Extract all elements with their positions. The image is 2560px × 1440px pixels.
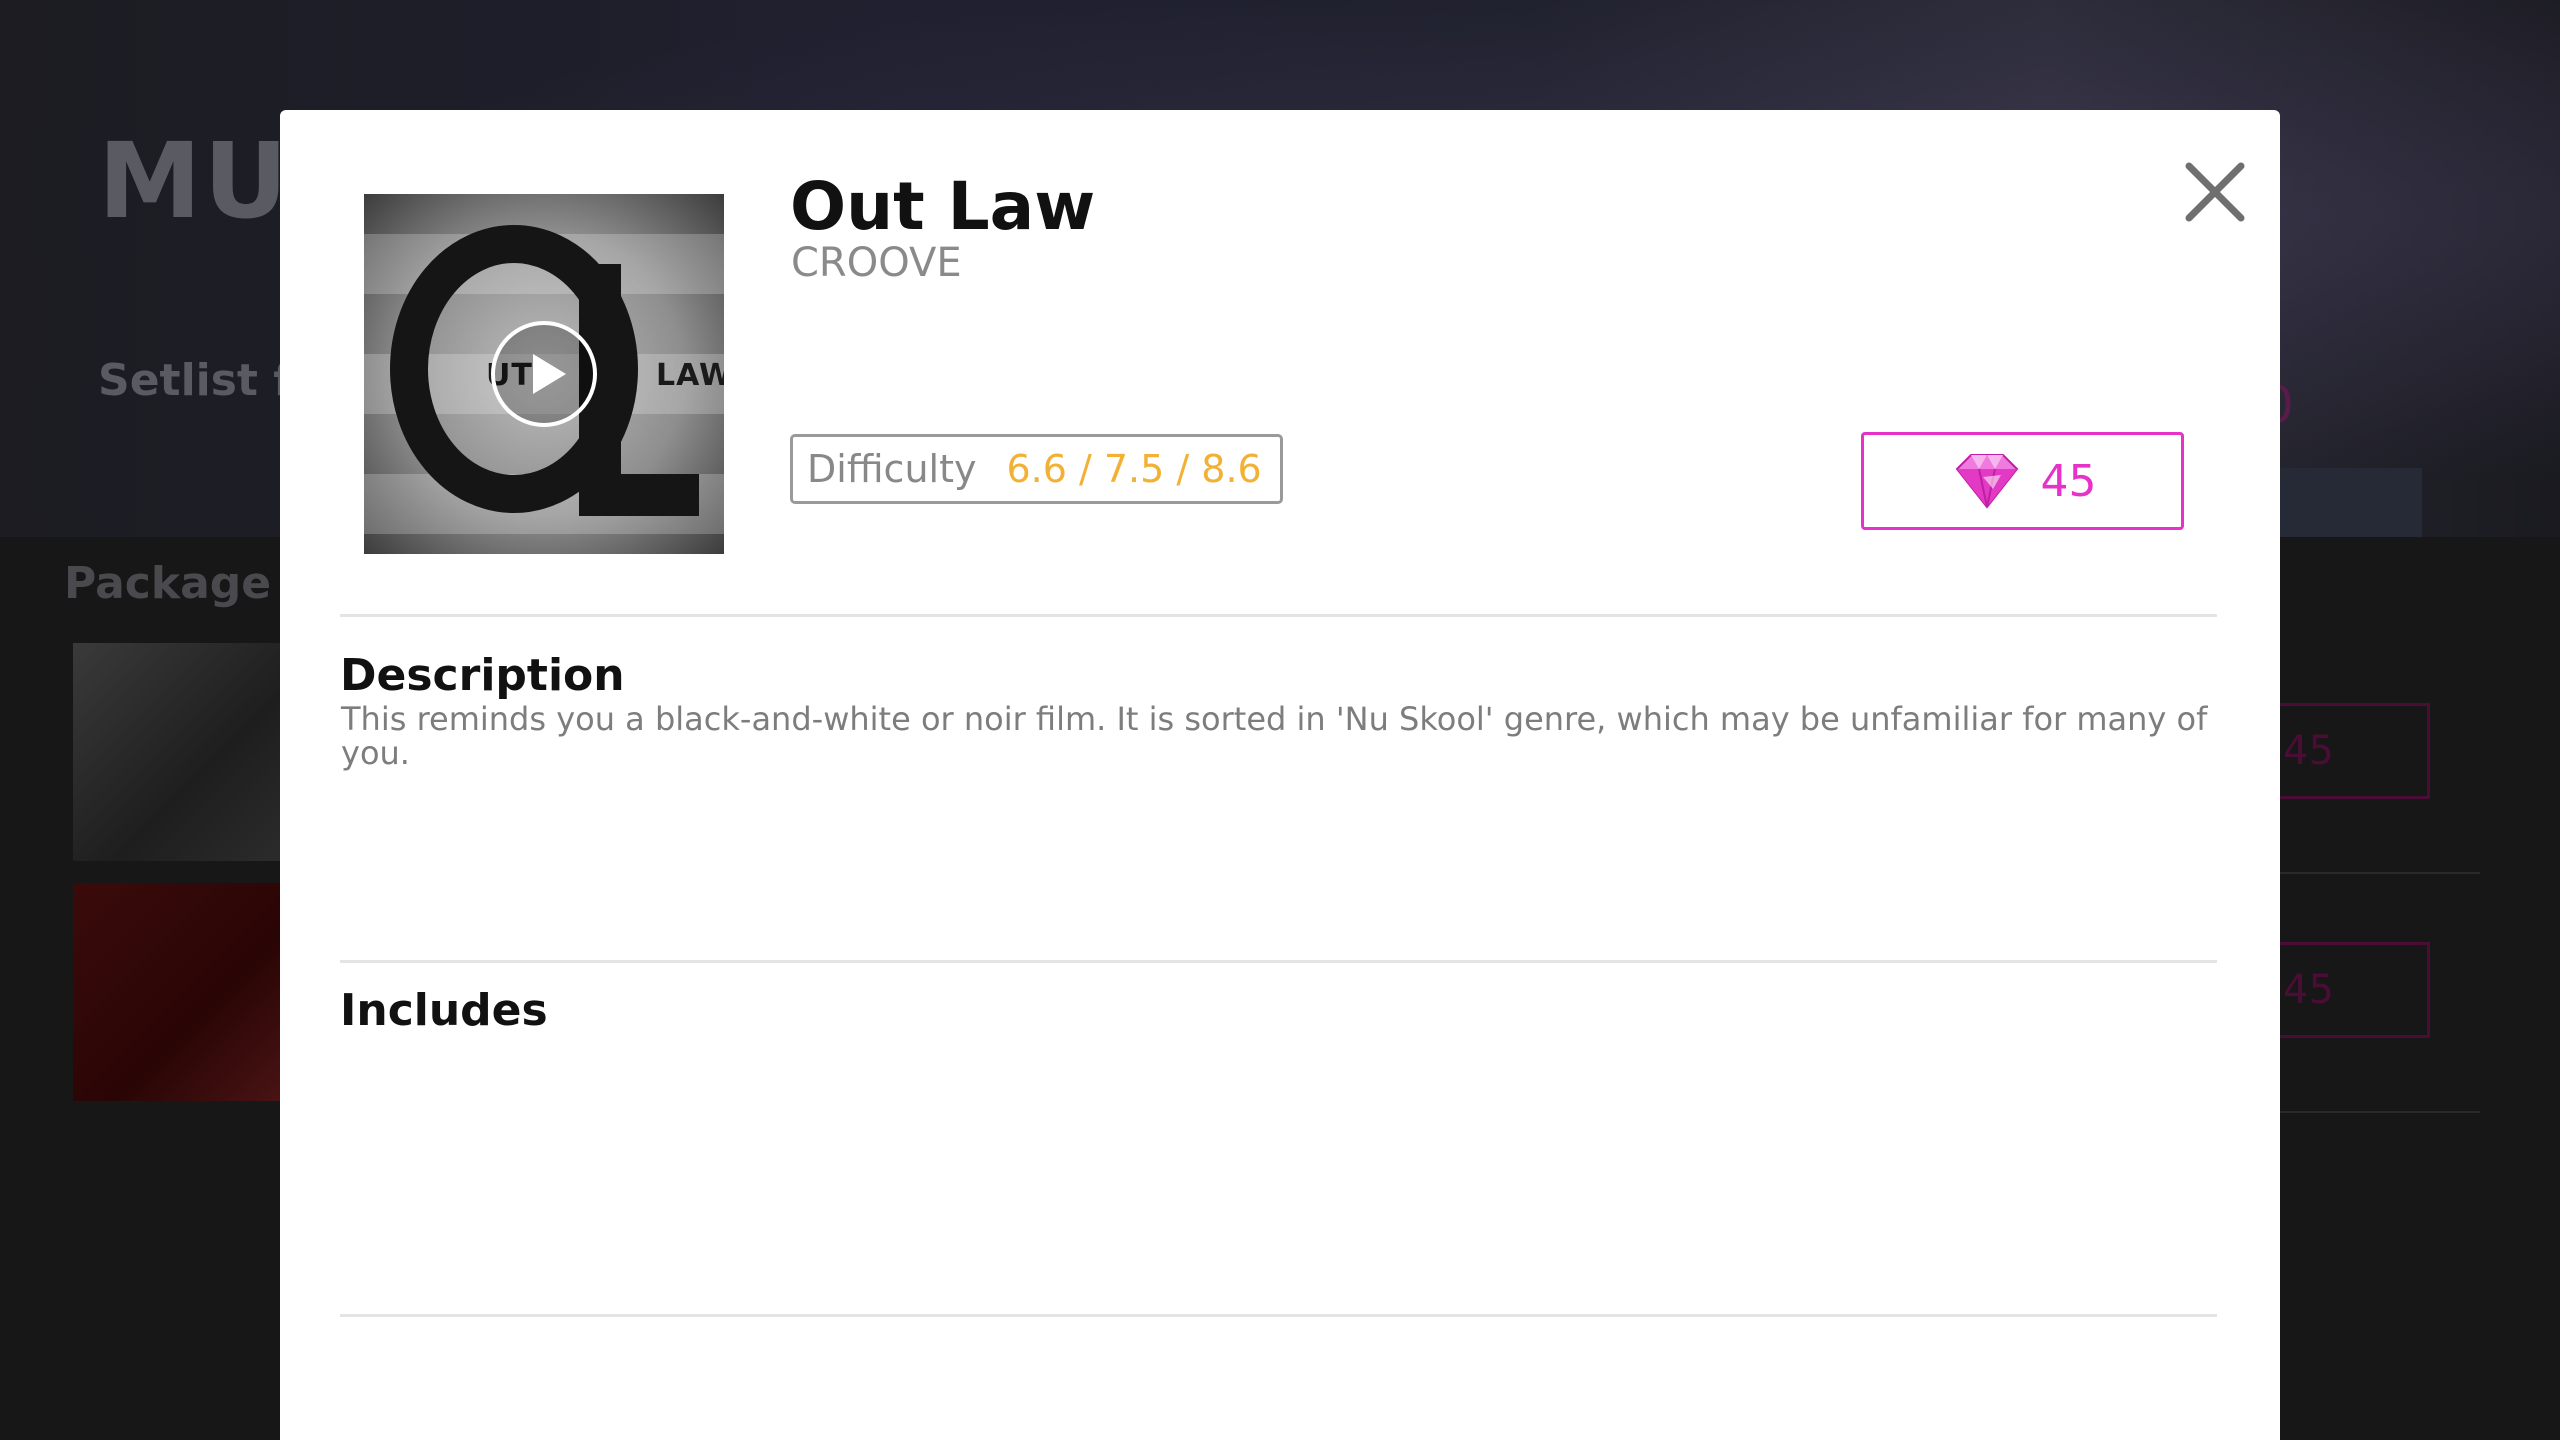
close-icon xyxy=(2185,162,2245,222)
difficulty-badge: Difficulty 6.6 / 7.5 / 8.6 xyxy=(790,434,1283,504)
section-divider xyxy=(340,614,2217,617)
package-list-heading: Package li xyxy=(64,558,317,609)
song-title: Out Law xyxy=(790,168,1096,245)
preview-play-button[interactable] xyxy=(490,320,598,428)
description-text: This reminds you a black-and-white or no… xyxy=(341,700,2208,772)
close-button[interactable] xyxy=(2175,152,2255,232)
difficulty-label: Difficulty xyxy=(807,447,977,491)
difficulty-value: 6.6 / 7.5 / 8.6 xyxy=(1006,447,1262,491)
album-cover: UT LAW xyxy=(364,194,724,554)
album-cover-text: LAW xyxy=(656,358,724,393)
section-divider xyxy=(340,960,2217,963)
includes-heading: Includes xyxy=(340,985,548,1036)
song-detail-modal: UT LAW Out Law CROOVE Difficulty 6.6 / 7… xyxy=(280,110,2280,1440)
gem-icon xyxy=(1955,454,2018,509)
store-header-panel xyxy=(2262,468,2422,537)
song-artist: CROOVE xyxy=(791,240,962,286)
buy-button[interactable]: 45 xyxy=(1861,432,2184,530)
package-thumbnail xyxy=(73,883,288,1101)
price-value: 45 xyxy=(2040,455,2097,507)
description-heading: Description xyxy=(340,650,625,701)
play-icon xyxy=(491,321,597,427)
package-thumbnail xyxy=(73,643,288,861)
section-divider xyxy=(340,1314,2217,1317)
